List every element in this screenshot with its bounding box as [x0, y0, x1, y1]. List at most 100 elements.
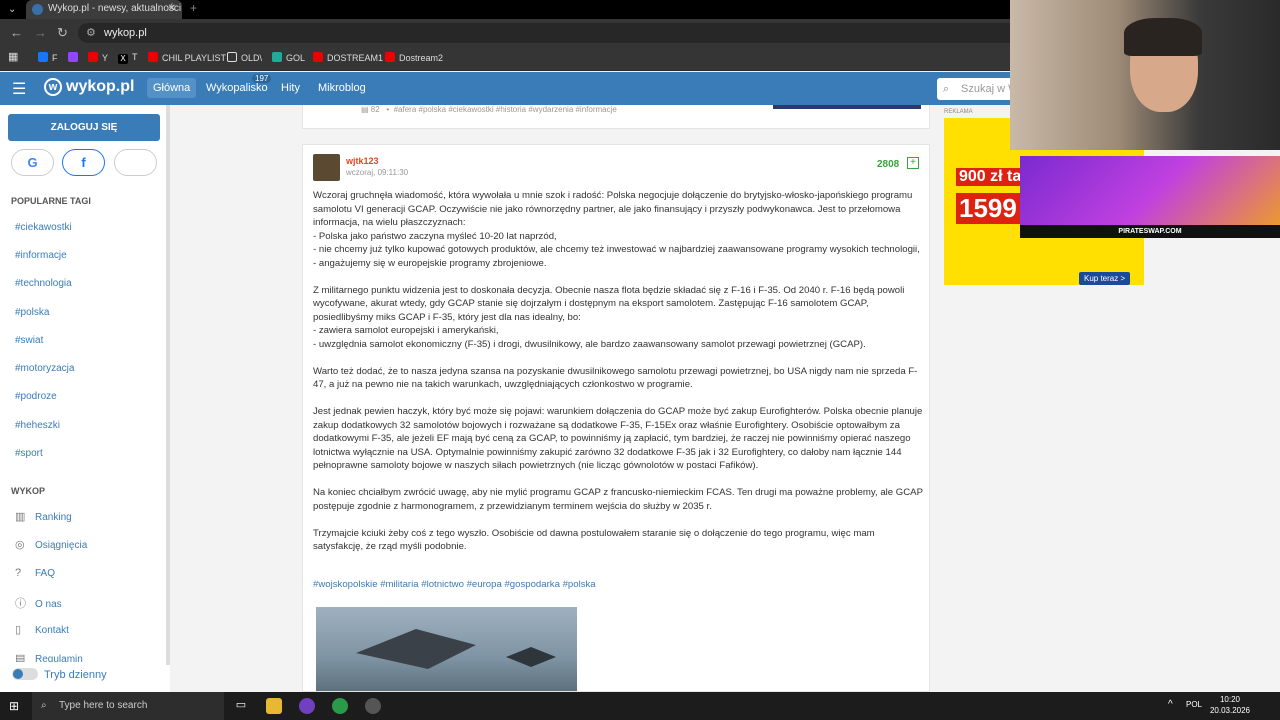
logo-mark: w: [44, 78, 62, 96]
post-paragraph: Trzymajcie kciuki żeby coś z tego wyszło…: [313, 527, 875, 553]
bookmark-old[interactable]: OLD\: [227, 52, 262, 63]
search-icon: ⌕: [41, 700, 47, 711]
ranking-icon: ▥: [15, 511, 26, 523]
back-icon[interactable]: ←: [10, 25, 23, 40]
youtube-icon: [385, 52, 395, 62]
tag-link[interactable]: #informacje: [15, 250, 67, 261]
post-paragraph: Wczoraj gruchnęła wiadomość, która wywoł…: [313, 190, 920, 269]
tag-link[interactable]: #polska: [15, 307, 49, 318]
tag-link[interactable]: #podroze: [15, 391, 57, 402]
clock-time: 10:20: [1219, 695, 1241, 704]
app-icon[interactable]: [299, 698, 315, 714]
ad-price: 1599: [956, 193, 1020, 224]
mikroblog-post: wjtk123 wczoraj, 09:11:30 2808 + Wczoraj…: [302, 144, 930, 692]
bookmark-chil-playlist[interactable]: CHIL PLAYLIST: [148, 52, 226, 63]
day-mode-toggle[interactable]: Tryb dzienny: [12, 668, 107, 681]
avatar[interactable]: [313, 154, 340, 181]
apps-grid-icon[interactable]: ▦: [8, 50, 18, 63]
tag-link[interactable]: #ciekawostki: [15, 222, 72, 233]
nav-hity[interactable]: Hity: [281, 82, 300, 94]
phone-icon: ▯: [15, 624, 22, 636]
previous-link-card: ▤ 82 • #afera #polska #ciekawostki #hist…: [302, 105, 930, 129]
left-sidebar: ZALOGUJ SIĘ G f POPULARNE TAGI #ciekawos…: [0, 105, 170, 692]
upvote-button[interactable]: +: [907, 157, 919, 169]
stream-overlay-ad: PIRATESWAP.COM: [1020, 156, 1280, 238]
tab-title: Wykop.pl - newsy, aktualności,: [48, 3, 182, 14]
previous-card-thumbnail[interactable]: [773, 105, 921, 109]
system-clock[interactable]: 10:20 20.03.2026: [1205, 694, 1255, 716]
toggle-switch[interactable]: [12, 668, 38, 680]
bookmark-gol[interactable]: GOL: [272, 52, 305, 63]
post-body: Wczoraj gruchnęła wiadomość, która wywoł…: [313, 189, 923, 567]
vote-count: 2808: [877, 159, 900, 170]
google-login-button[interactable]: G: [11, 149, 54, 176]
bookmark-t[interactable]: XT: [118, 52, 138, 64]
comment-count[interactable]: 82: [371, 105, 380, 114]
search-icon: ⌕: [943, 83, 950, 95]
file-explorer-icon[interactable]: [266, 698, 282, 714]
facebook-login-button[interactable]: f: [62, 149, 105, 176]
faq-icon: ?: [15, 567, 22, 579]
previous-card-tags[interactable]: #afera #polska #ciekawostki #historia #w…: [394, 105, 617, 114]
tag-link[interactable]: #swiat: [15, 335, 43, 346]
post-paragraph: Z militarnego punktu widzenia jest to do…: [313, 284, 905, 350]
facebook-icon: [38, 52, 48, 62]
forward-icon[interactable]: →: [34, 25, 47, 40]
rules-icon: ▤: [15, 653, 26, 662]
ad-promo: 900 zł ta: [956, 168, 1025, 186]
sidebar-link-faq[interactable]: ? FAQ: [15, 567, 55, 579]
sidebar-link-osiagniecia[interactable]: ◎ Osiągnięcia: [15, 538, 87, 551]
hamburger-menu-icon[interactable]: ☰: [12, 79, 26, 99]
fighter-jet-shape: [506, 647, 556, 667]
site-info-icon[interactable]: ⚙: [86, 23, 96, 43]
task-view-icon[interactable]: ▭: [233, 698, 249, 714]
post-timestamp: wczoraj, 09:11:30: [346, 168, 409, 177]
sidebar-link-regulamin[interactable]: ▤ Regulamin: [15, 652, 83, 662]
browser-tab[interactable]: Wykop.pl - newsy, aktualności, ✕: [26, 0, 182, 19]
site-logo[interactable]: w wykop.pl: [44, 78, 134, 96]
tag-link[interactable]: #motoryzacja: [15, 363, 74, 374]
bookmark-dostream1[interactable]: DOSTREAM1: [313, 52, 383, 63]
close-tab-icon[interactable]: ✕: [168, 0, 176, 18]
tag-link[interactable]: #sport: [15, 448, 43, 459]
nav-mikroblog[interactable]: Mikroblog: [318, 82, 366, 94]
bookmark-f[interactable]: F: [38, 52, 58, 63]
folder-icon: [227, 52, 237, 62]
language-indicator[interactable]: POL: [1186, 700, 1202, 709]
apple-login-button[interactable]: [114, 149, 157, 176]
sidebar-link-kontakt[interactable]: ▯ Kontakt: [15, 623, 69, 636]
new-tab-icon[interactable]: +: [190, 1, 197, 15]
nav-wykopalisko[interactable]: Wykopalisko: [206, 82, 268, 94]
clock-date: 20.03.2026: [1209, 706, 1251, 715]
post-tags[interactable]: #wojskopolskie #militaria #lotnictwo #eu…: [313, 579, 596, 590]
youtube-icon: [88, 52, 98, 62]
tag-link[interactable]: #technologia: [15, 278, 72, 289]
tray-overflow-icon[interactable]: ^: [1168, 699, 1173, 710]
tab-menu-icon[interactable]: ⌄: [8, 0, 16, 19]
sidebar-scrollbar[interactable]: [166, 105, 170, 665]
sidebar-link-ranking[interactable]: ▥ Ranking: [15, 510, 72, 523]
bookmark-dostream2[interactable]: Dostream2: [385, 52, 443, 63]
tag-link[interactable]: #heheszki: [15, 420, 60, 431]
post-image[interactable]: [316, 607, 577, 691]
post-paragraph: Na koniec chciałbym zwrócić uwagę, aby n…: [313, 487, 923, 512]
taskbar-search[interactable]: ⌕ Type here to search: [32, 692, 224, 720]
info-icon: ⓘ: [15, 598, 26, 610]
bookmark-twitch[interactable]: [68, 52, 82, 63]
login-button[interactable]: ZALOGUJ SIĘ: [8, 114, 160, 141]
url-text: wykop.pl: [104, 27, 147, 39]
ad-buy-button[interactable]: Kup teraz >: [1079, 272, 1131, 285]
post-username[interactable]: wjtk123: [346, 156, 379, 166]
wykop-favicon-icon: [32, 4, 43, 15]
obs-icon[interactable]: [365, 698, 381, 714]
post-paragraph: Warto też dodać, że to nasza jedyna szan…: [313, 365, 918, 391]
windows-start-icon[interactable]: ⊞: [9, 699, 23, 713]
wykopalisko-count-badge: 197: [252, 74, 272, 83]
reload-icon[interactable]: ↻: [57, 25, 68, 41]
bookmark-y[interactable]: Y: [88, 52, 108, 63]
sidebar-link-o-nas[interactable]: ⓘ O nas: [15, 595, 62, 611]
popular-tags-title: POPULARNE TAGI: [11, 196, 91, 206]
chrome-icon[interactable]: [332, 698, 348, 714]
nav-glowna[interactable]: Główna: [147, 78, 197, 98]
fighter-jet-shape: [356, 629, 476, 669]
